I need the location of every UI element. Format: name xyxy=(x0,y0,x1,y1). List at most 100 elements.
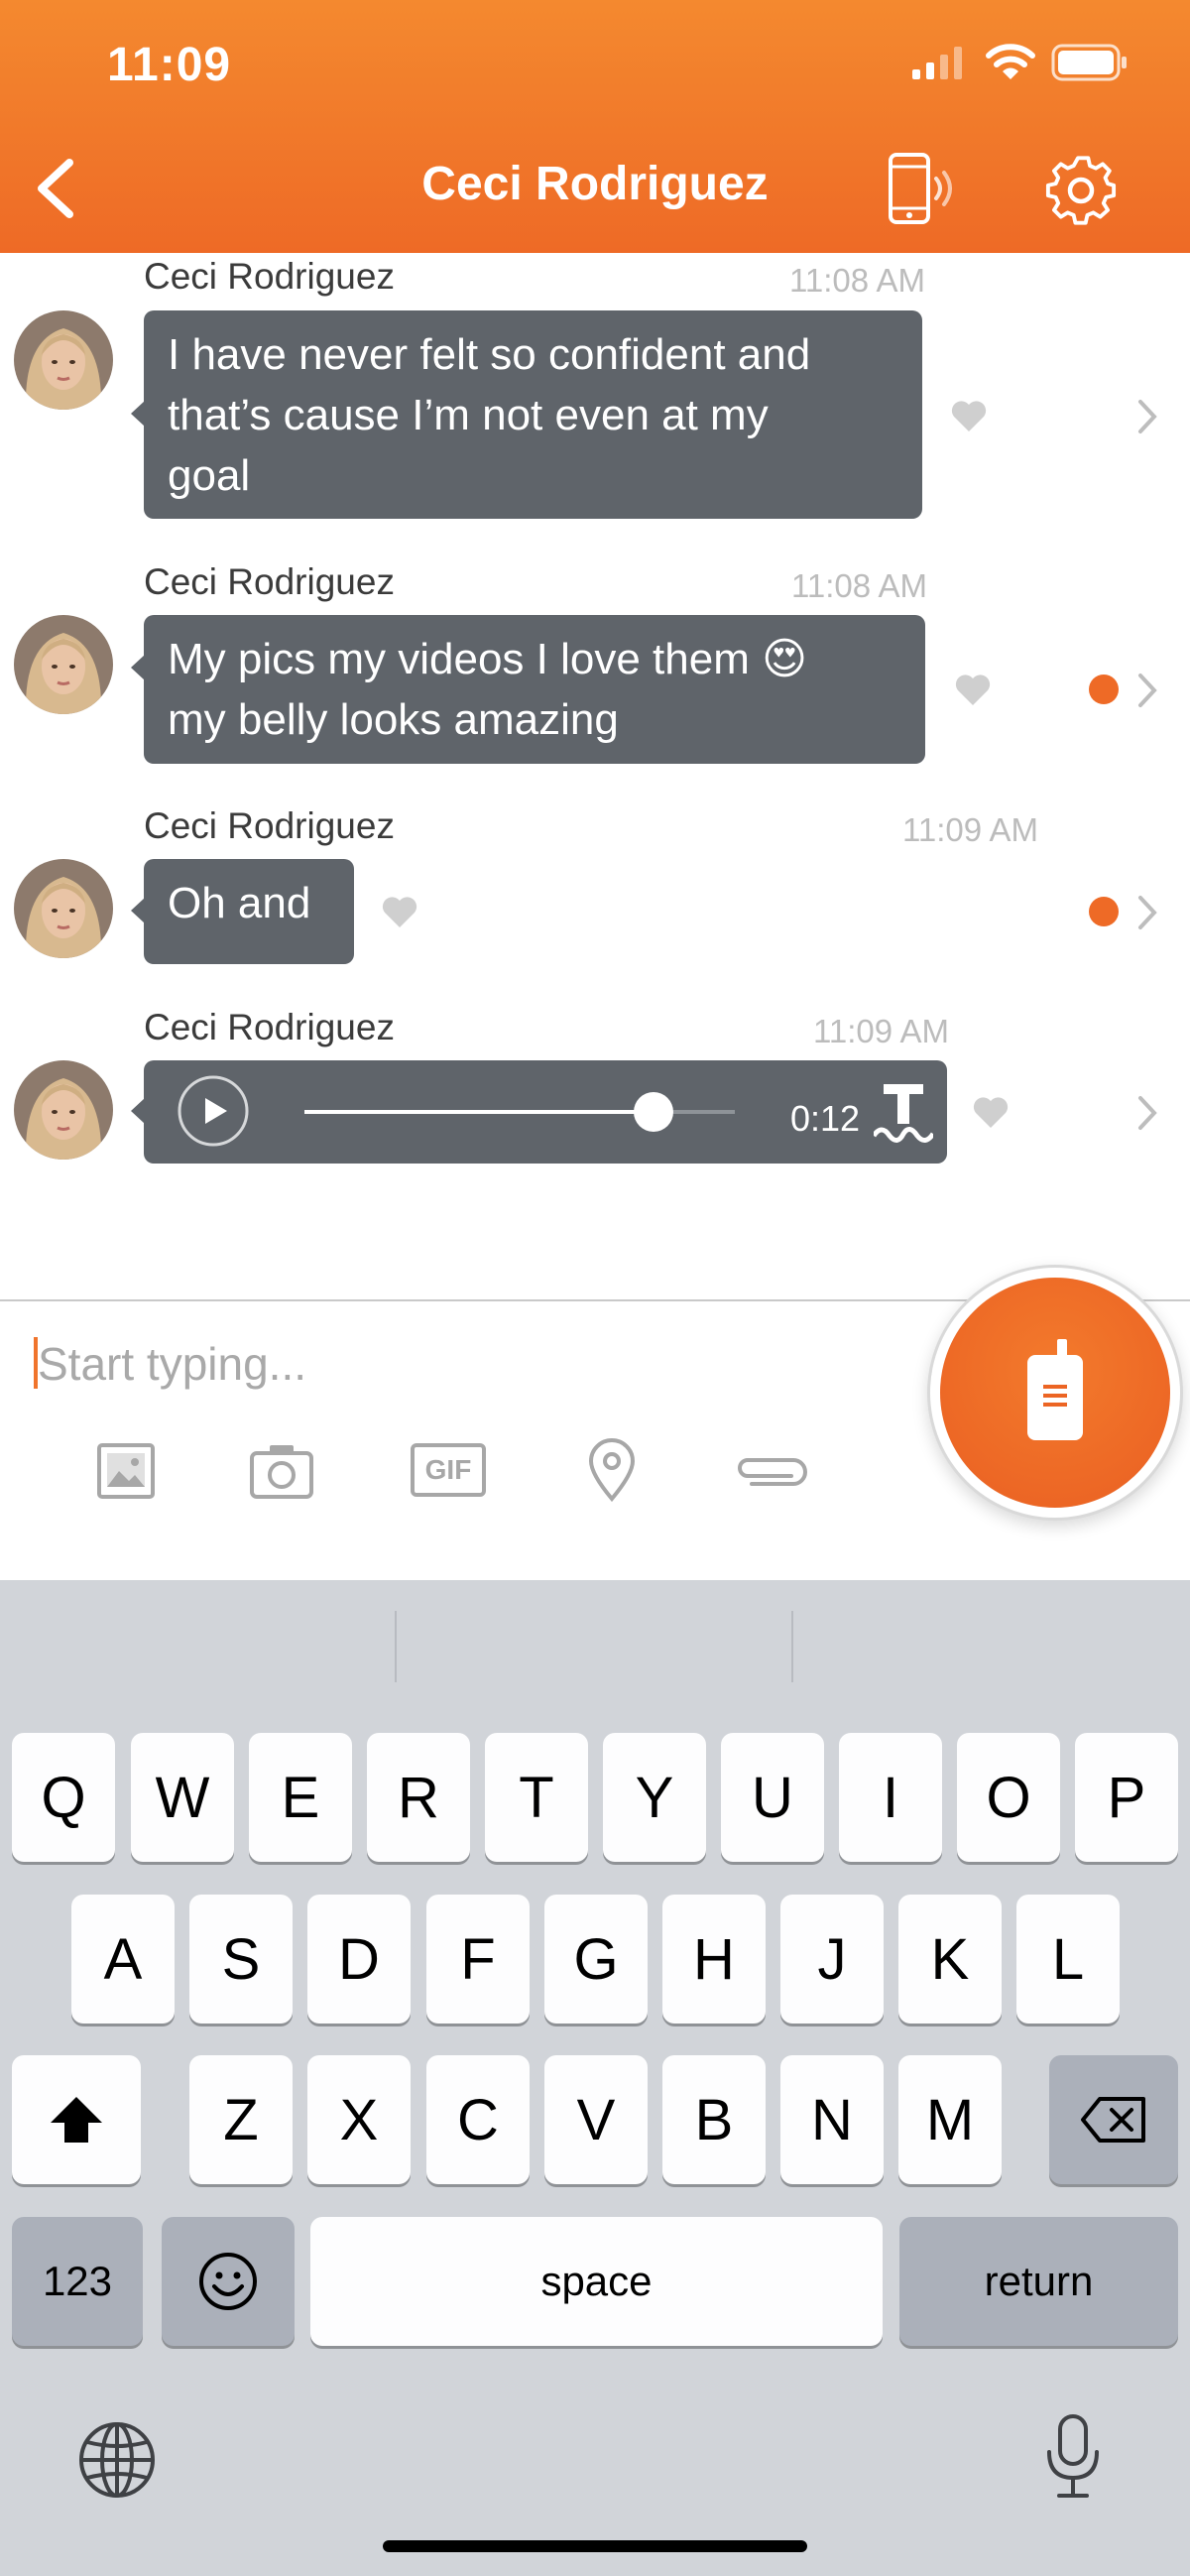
message-bubble[interactable]: My pics my videos I love them 😍 my belly… xyxy=(144,615,925,764)
chevron-right-icon[interactable] xyxy=(1136,673,1158,708)
emoji-key[interactable] xyxy=(162,2217,295,2346)
numbers-key[interactable]: 123 xyxy=(12,2217,143,2346)
globe-icon[interactable] xyxy=(77,2420,157,2505)
key-o[interactable]: O xyxy=(957,1733,1060,1862)
bubble-tail xyxy=(131,401,145,427)
gif-icon[interactable]: GIF xyxy=(411,1443,486,1497)
bubble-tail xyxy=(131,898,145,923)
message-time: 11:08 AM xyxy=(789,262,925,299)
backspace-icon xyxy=(1081,2097,1145,2143)
message-line: Oh and xyxy=(168,879,311,927)
bubble-tail xyxy=(131,655,145,680)
key-x[interactable]: X xyxy=(307,2055,411,2184)
key-s[interactable]: S xyxy=(189,1895,293,2024)
message-time: 11:08 AM xyxy=(791,567,927,604)
key-j[interactable]: J xyxy=(780,1895,884,2024)
status-bar-time: 11:09 xyxy=(107,39,232,91)
key-m[interactable]: M xyxy=(898,2055,1002,2184)
key-b[interactable]: B xyxy=(662,2055,766,2184)
message-time: 11:09 AM xyxy=(813,1013,949,1049)
key-h[interactable]: H xyxy=(662,1895,766,2024)
message-line: My pics my videos I love them 😍 xyxy=(168,635,807,683)
space-key[interactable]: space xyxy=(310,2217,883,2346)
phone-vibrate-icon[interactable] xyxy=(885,151,958,226)
avatar[interactable] xyxy=(14,1060,113,1160)
key-t[interactable]: T xyxy=(485,1733,588,1862)
shift-key[interactable] xyxy=(12,2055,141,2184)
prediction-divider xyxy=(791,1611,793,1682)
message-line: I have never felt so confident and xyxy=(168,330,811,379)
voice-message-bubble[interactable]: 0:12 xyxy=(144,1060,947,1164)
paperclip-icon[interactable] xyxy=(732,1450,811,1494)
key-z[interactable]: Z xyxy=(189,2055,293,2184)
settings-gear-icon[interactable] xyxy=(1043,153,1119,228)
battery-icon xyxy=(1051,44,1130,81)
audio-progress-fill xyxy=(304,1110,654,1114)
chevron-right-icon[interactable] xyxy=(1136,895,1158,930)
key-n[interactable]: N xyxy=(780,2055,884,2184)
return-key[interactable]: return xyxy=(899,2217,1178,2346)
heart-icon[interactable] xyxy=(972,1095,1010,1129)
heart-icon[interactable] xyxy=(381,895,418,928)
audio-scrubber-thumb[interactable] xyxy=(633,1092,673,1132)
key-r[interactable]: R xyxy=(367,1733,470,1862)
walkie-talkie-button[interactable] xyxy=(940,1278,1170,1508)
wifi-icon xyxy=(986,42,1035,81)
message-time: 11:09 AM xyxy=(902,811,1038,848)
heart-icon[interactable] xyxy=(954,673,992,706)
message-input[interactable] xyxy=(38,1334,910,1394)
transcribe-icon[interactable] xyxy=(871,1080,936,1160)
message-line: that’s cause I’m not even at my xyxy=(168,391,769,439)
key-q[interactable]: Q xyxy=(12,1733,115,1862)
key-a[interactable]: A xyxy=(71,1895,175,2024)
play-button[interactable] xyxy=(177,1074,250,1164)
audio-progress-track xyxy=(304,1092,735,1132)
avatar[interactable] xyxy=(14,615,113,714)
chevron-right-icon[interactable] xyxy=(1136,399,1158,434)
key-k[interactable]: K xyxy=(898,1895,1002,2024)
message-bubble[interactable]: I have never felt so confident and that’… xyxy=(144,310,922,519)
conversation-title: Ceci Rodriguez xyxy=(421,158,769,210)
back-arrow-icon[interactable] xyxy=(32,157,77,220)
key-v[interactable]: V xyxy=(544,2055,648,2184)
gif-label: GIF xyxy=(411,1443,486,1497)
signal-icon xyxy=(910,46,964,79)
avatar[interactable] xyxy=(14,859,113,958)
location-pin-icon[interactable] xyxy=(587,1438,637,1502)
unread-indicator xyxy=(1089,897,1119,926)
key-y[interactable]: Y xyxy=(603,1733,706,1862)
key-u[interactable]: U xyxy=(721,1733,824,1862)
audio-duration: 0:12 xyxy=(790,1098,861,1139)
key-p[interactable]: P xyxy=(1075,1733,1178,1862)
numbers-key-label: 123 xyxy=(42,2258,113,2304)
key-e[interactable]: E xyxy=(249,1733,352,1862)
message-line: goal xyxy=(168,451,251,500)
space-key-label: space xyxy=(540,2258,653,2304)
backspace-key[interactable] xyxy=(1049,2055,1178,2184)
heart-icon[interactable] xyxy=(950,399,988,432)
message-line: my belly looks amazing xyxy=(168,695,619,744)
return-key-label: return xyxy=(984,2258,1094,2304)
shift-icon xyxy=(51,2097,102,2143)
key-f[interactable]: F xyxy=(426,1895,530,2024)
chevron-right-icon[interactable] xyxy=(1136,1095,1158,1131)
key-l[interactable]: L xyxy=(1016,1895,1120,2024)
message-sender: Ceci Rodriguez xyxy=(144,561,395,602)
key-w[interactable]: W xyxy=(131,1733,234,1862)
bubble-tail xyxy=(131,1098,145,1124)
emoji-icon xyxy=(199,2253,257,2310)
key-d[interactable]: D xyxy=(307,1895,411,2024)
key-g[interactable]: G xyxy=(544,1895,648,2024)
key-i[interactable]: I xyxy=(839,1733,942,1862)
message-sender: Ceci Rodriguez xyxy=(144,805,395,846)
prediction-divider xyxy=(395,1611,397,1682)
home-indicator xyxy=(383,2540,807,2552)
message-bubble[interactable]: Oh and xyxy=(144,859,354,964)
walkie-talkie-icon xyxy=(1023,1339,1087,1447)
avatar[interactable] xyxy=(14,310,113,410)
camera-icon[interactable] xyxy=(250,1443,313,1499)
message-sender: Ceci Rodriguez xyxy=(144,1007,395,1047)
microphone-icon[interactable] xyxy=(1043,2412,1103,2507)
key-c[interactable]: C xyxy=(426,2055,530,2184)
image-icon[interactable] xyxy=(97,1443,155,1499)
